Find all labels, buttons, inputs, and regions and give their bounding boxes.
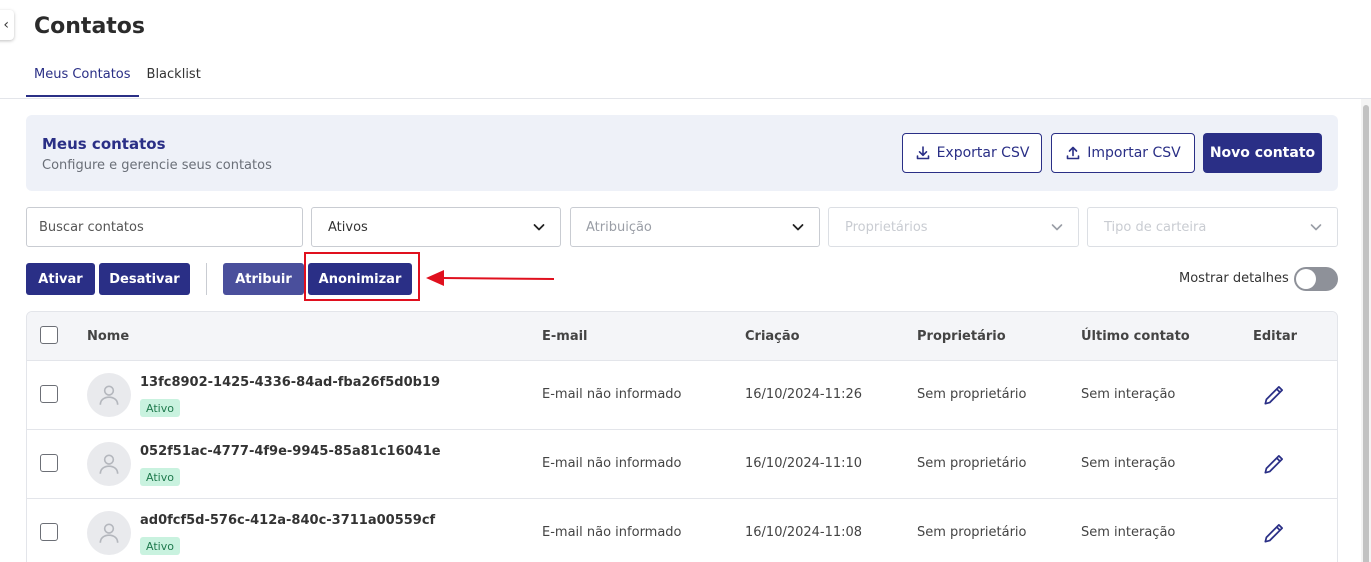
contact-email: E-mail não informado [542, 456, 682, 471]
user-icon [99, 385, 119, 405]
toggle-knob [1296, 269, 1316, 289]
avatar [87, 442, 131, 486]
wallet-type-select-placeholder: Tipo de carteira [1104, 219, 1207, 235]
chevron-down-icon [1307, 218, 1325, 236]
contact-last-contact: Sem interação [1081, 387, 1176, 402]
status-badge: Ativo [140, 537, 180, 555]
contact-owner: Sem proprietário [917, 456, 1027, 471]
scrollbar[interactable] [1361, 99, 1371, 562]
panel-title: Meus contatos [42, 135, 166, 153]
select-all-checkbox[interactable] [40, 326, 58, 344]
scrollbar-thumb[interactable] [1363, 105, 1369, 562]
column-header-owner[interactable]: Proprietário [917, 329, 1006, 344]
table-row[interactable]: 13fc8902-1425-4336-84ad-fba26f5d0b19 Ati… [27, 361, 1337, 430]
owners-select-placeholder: Proprietários [845, 219, 928, 235]
contact-name[interactable]: 13fc8902-1425-4336-84ad-fba26f5d0b19 [140, 375, 440, 390]
header-panel: Meus contatos Configure e gerencie seus … [26, 115, 1338, 191]
import-csv-label: Importar CSV [1087, 145, 1181, 161]
pencil-icon[interactable] [1261, 382, 1287, 408]
arrow-left-icon [426, 270, 555, 286]
row-checkbox[interactable] [40, 454, 58, 472]
activate-button[interactable]: Ativar [26, 263, 95, 295]
back-button[interactable]: ‹ [0, 10, 14, 40]
tab-blacklist[interactable]: Blacklist [139, 58, 209, 97]
column-header-email[interactable]: E-mail [542, 329, 588, 344]
contact-email: E-mail não informado [542, 525, 682, 540]
status-select-value: Ativos [328, 219, 368, 235]
tab-meus-contatos[interactable]: Meus Contatos [26, 58, 139, 97]
contacts-table: Nome E-mail Criação Proprietário Último … [26, 311, 1338, 562]
chevron-left-icon: ‹ [3, 17, 9, 33]
contact-last-contact: Sem interação [1081, 456, 1176, 471]
actions-divider [206, 263, 207, 295]
contact-owner: Sem proprietário [917, 387, 1027, 402]
contact-created: 16/10/2024-11:08 [745, 525, 863, 540]
show-details-label: Mostrar detalhes [1179, 271, 1289, 286]
column-header-last-contact[interactable]: Último contato [1081, 329, 1190, 344]
row-checkbox[interactable] [40, 523, 58, 541]
column-header-name[interactable]: Nome [87, 329, 129, 344]
show-details-toggle[interactable] [1294, 267, 1338, 291]
assignment-select-placeholder: Atribuição [586, 219, 652, 235]
new-contact-button[interactable]: Novo contato [1203, 133, 1322, 173]
tabs: Meus Contatos Blacklist [26, 58, 209, 97]
panel-subtitle: Configure e gerencie seus contatos [42, 158, 272, 173]
status-select[interactable]: Ativos [311, 207, 561, 247]
wallet-type-select[interactable]: Tipo de carteira [1087, 207, 1338, 247]
owners-select[interactable]: Proprietários [828, 207, 1079, 247]
contact-created: 16/10/2024-11:10 [745, 456, 863, 471]
pencil-icon[interactable] [1261, 520, 1287, 546]
table-row[interactable]: ad0fcf5d-576c-412a-840c-3711a00559cf Ati… [27, 499, 1337, 562]
tabs-divider [0, 98, 1371, 99]
chevron-down-icon [530, 218, 548, 236]
contact-owner: Sem proprietário [917, 525, 1027, 540]
chevron-down-icon [1048, 218, 1066, 236]
avatar [87, 511, 131, 555]
chevron-down-icon [789, 218, 807, 236]
contact-created: 16/10/2024-11:26 [745, 387, 863, 402]
assignment-select[interactable]: Atribuição [570, 207, 820, 247]
status-badge: Ativo [140, 399, 180, 417]
table-row[interactable]: 052f51ac-4777-4f9e-9945-85a81c16041e Ati… [27, 430, 1337, 499]
search-input[interactable] [39, 219, 290, 235]
assign-button[interactable]: Atribuir [223, 263, 304, 295]
contact-last-contact: Sem interação [1081, 525, 1176, 540]
import-csv-button[interactable]: Importar CSV [1051, 133, 1195, 173]
pencil-icon[interactable] [1261, 451, 1287, 477]
contact-name[interactable]: ad0fcf5d-576c-412a-840c-3711a00559cf [140, 513, 435, 528]
column-header-created[interactable]: Criação [745, 329, 800, 344]
column-header-edit: Editar [1253, 329, 1298, 344]
contact-name[interactable]: 052f51ac-4777-4f9e-9945-85a81c16041e [140, 444, 441, 459]
user-icon [99, 454, 119, 474]
anonymize-highlight-box [304, 252, 420, 301]
page-title: Contatos [34, 14, 146, 39]
search-field[interactable] [26, 207, 303, 247]
export-csv-button[interactable]: Exportar CSV [902, 133, 1042, 173]
export-csv-label: Exportar CSV [936, 145, 1030, 161]
table-header: Nome E-mail Criação Proprietário Último … [27, 312, 1337, 361]
upload-icon [1066, 146, 1080, 160]
avatar [87, 373, 131, 417]
row-checkbox[interactable] [40, 385, 58, 403]
user-icon [99, 523, 119, 543]
contact-email: E-mail não informado [542, 387, 682, 402]
download-icon [916, 146, 929, 160]
deactivate-button[interactable]: Desativar [99, 263, 190, 295]
status-badge: Ativo [140, 468, 180, 486]
